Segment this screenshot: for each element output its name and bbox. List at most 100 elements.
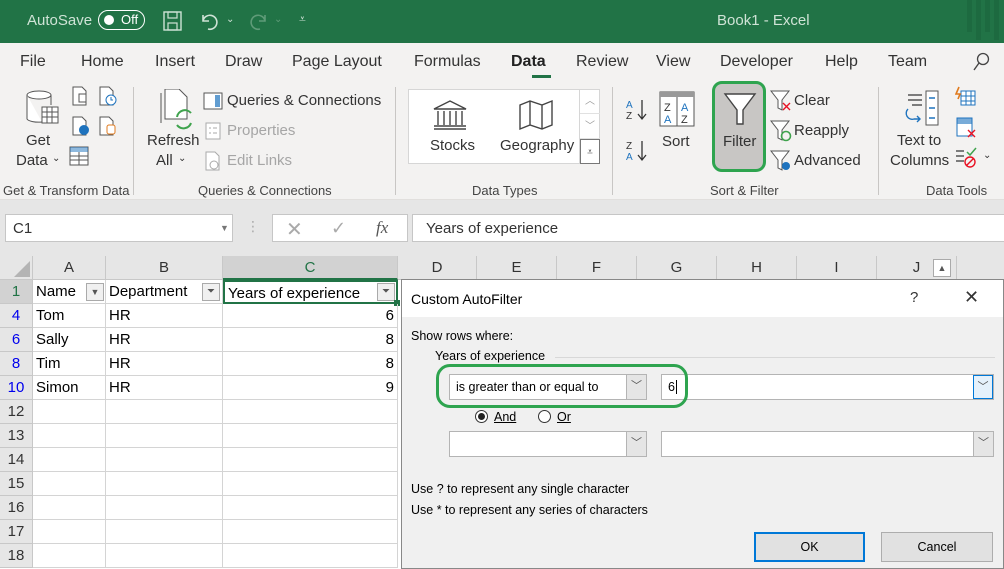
cell-years[interactable]: 6 bbox=[223, 304, 398, 328]
column-header-c[interactable]: C bbox=[223, 256, 398, 280]
row-header[interactable]: 12 bbox=[0, 400, 33, 424]
formula-input[interactable]: Years of experience bbox=[412, 214, 1004, 242]
gallery-more-icon[interactable]: ⩡ bbox=[580, 139, 600, 164]
row-header[interactable]: 6 bbox=[0, 328, 33, 352]
condition1-value-input[interactable]: 6 ﹀ bbox=[661, 374, 994, 400]
column-header-f[interactable]: F bbox=[557, 256, 637, 280]
filter-dropdown-icon[interactable]: ▼ bbox=[86, 283, 104, 301]
column-header-h[interactable]: H bbox=[717, 256, 797, 280]
cell-empty[interactable] bbox=[33, 544, 106, 568]
tab-page-layout[interactable]: Page Layout bbox=[292, 53, 382, 71]
chevron-down-icon[interactable]: ﹀ bbox=[973, 432, 993, 456]
tab-file[interactable]: File bbox=[20, 53, 46, 71]
existing-connections-icon[interactable] bbox=[98, 116, 118, 136]
name-box[interactable]: C1 ▼ bbox=[5, 214, 233, 242]
cell-empty[interactable] bbox=[223, 496, 398, 520]
row-header[interactable]: 13 bbox=[0, 424, 33, 448]
filter-active-icon[interactable]: ⏷ bbox=[202, 283, 220, 301]
enter-check-icon[interactable]: ✓ bbox=[331, 218, 346, 239]
cell-empty[interactable] bbox=[33, 448, 106, 472]
tab-home[interactable]: Home bbox=[81, 53, 124, 71]
select-all-corner[interactable] bbox=[0, 256, 33, 280]
cell-empty[interactable] bbox=[33, 520, 106, 544]
tab-data[interactable]: Data bbox=[511, 53, 546, 71]
refresh-all-button[interactable]: Refresh bbox=[147, 132, 200, 149]
column-header-a[interactable]: A bbox=[33, 256, 106, 280]
column-header-d[interactable]: D bbox=[398, 256, 477, 280]
cell-empty[interactable] bbox=[106, 472, 223, 496]
search-icon[interactable] bbox=[972, 52, 990, 72]
redo-icon[interactable] bbox=[247, 11, 269, 31]
sort-descending-icon[interactable]: ZA bbox=[625, 138, 651, 164]
cell-empty[interactable] bbox=[223, 424, 398, 448]
chevron-down-icon[interactable]: ⌄ bbox=[983, 150, 991, 161]
clear-button[interactable]: Clear bbox=[794, 92, 830, 109]
flash-fill-icon[interactable] bbox=[955, 86, 977, 108]
row-header[interactable]: 17 bbox=[0, 520, 33, 544]
scroll-up-icon[interactable]: ▲ bbox=[933, 259, 951, 277]
cell-empty[interactable] bbox=[106, 424, 223, 448]
customize-qat-icon[interactable]: ⩡ bbox=[299, 12, 306, 27]
undo-dropdown-icon[interactable]: ⌄ bbox=[226, 14, 234, 25]
sort-ascending-icon[interactable]: AZ bbox=[625, 97, 651, 123]
cell-empty[interactable] bbox=[106, 400, 223, 424]
cell-empty[interactable] bbox=[223, 400, 398, 424]
properties-button[interactable]: Properties bbox=[227, 122, 295, 139]
cell-empty[interactable] bbox=[106, 448, 223, 472]
filter-active-icon[interactable]: ⏷ bbox=[377, 283, 395, 301]
cell-department[interactable]: HR bbox=[106, 304, 223, 328]
condition2-operator-select[interactable]: ﹀ bbox=[449, 431, 647, 457]
row-header[interactable]: 1 bbox=[0, 280, 33, 304]
cell-empty[interactable] bbox=[106, 496, 223, 520]
get-data-button[interactable]: Data bbox=[16, 152, 48, 169]
help-button[interactable]: ? bbox=[910, 289, 918, 306]
edit-links-button[interactable]: Edit Links bbox=[227, 152, 292, 169]
and-radio[interactable] bbox=[475, 410, 488, 423]
refresh-all-label-2[interactable]: All bbox=[156, 152, 173, 169]
and-label[interactable]: And bbox=[494, 410, 516, 424]
autosave-toggle[interactable]: Off bbox=[98, 10, 145, 30]
cell-department[interactable]: HR bbox=[106, 328, 223, 352]
tab-help[interactable]: Help bbox=[825, 53, 858, 71]
drag-handle-icon[interactable]: ⋮ bbox=[246, 218, 260, 235]
row-header[interactable]: 16 bbox=[0, 496, 33, 520]
row-header[interactable]: 10 bbox=[0, 376, 33, 400]
sort-button[interactable]: Sort bbox=[662, 133, 690, 150]
row-header[interactable]: 15 bbox=[0, 472, 33, 496]
chevron-down-icon[interactable]: ﹀ bbox=[973, 375, 993, 399]
column-header-i[interactable]: I bbox=[797, 256, 877, 280]
cell-years[interactable]: 9 bbox=[223, 376, 398, 400]
reapply-button[interactable]: Reapply bbox=[794, 122, 849, 139]
queries-connections-button[interactable]: Queries & Connections bbox=[227, 92, 381, 109]
tab-team[interactable]: Team bbox=[888, 53, 927, 71]
cell-empty[interactable] bbox=[223, 544, 398, 568]
column-header-g[interactable]: G bbox=[637, 256, 717, 280]
cell-c1[interactable]: Years of experience bbox=[223, 280, 398, 304]
undo-icon[interactable] bbox=[199, 11, 221, 31]
text-to-columns-label-1[interactable]: Text to bbox=[897, 132, 941, 149]
stocks-button[interactable]: Stocks bbox=[430, 137, 475, 154]
close-button[interactable]: ✕ bbox=[964, 287, 979, 308]
row-header[interactable]: 14 bbox=[0, 448, 33, 472]
row-header[interactable]: 8 bbox=[0, 352, 33, 376]
row-header[interactable]: 18 bbox=[0, 544, 33, 568]
advanced-button[interactable]: Advanced bbox=[794, 152, 861, 169]
tab-formulas[interactable]: Formulas bbox=[414, 53, 481, 71]
insert-function-icon[interactable]: fx bbox=[376, 218, 388, 238]
cell-name[interactable]: Tom bbox=[33, 304, 106, 328]
remove-duplicates-icon[interactable] bbox=[955, 117, 977, 139]
ok-button[interactable]: OK bbox=[754, 532, 865, 562]
geography-button[interactable]: Geography bbox=[500, 137, 574, 154]
row-header[interactable]: 4 bbox=[0, 304, 33, 328]
cell-empty[interactable] bbox=[223, 448, 398, 472]
tab-review[interactable]: Review bbox=[576, 53, 628, 71]
column-header-b[interactable]: B bbox=[106, 256, 223, 280]
redo-dropdown-icon[interactable]: ⌄ bbox=[274, 14, 282, 25]
recent-sources-icon[interactable] bbox=[98, 86, 118, 106]
cell-empty[interactable] bbox=[33, 400, 106, 424]
tab-developer[interactable]: Developer bbox=[720, 53, 793, 71]
data-validation-icon[interactable] bbox=[955, 147, 977, 169]
cell-empty[interactable] bbox=[223, 472, 398, 496]
cancel-icon[interactable]: ✕ bbox=[286, 217, 303, 242]
cell-years[interactable]: 8 bbox=[223, 328, 398, 352]
